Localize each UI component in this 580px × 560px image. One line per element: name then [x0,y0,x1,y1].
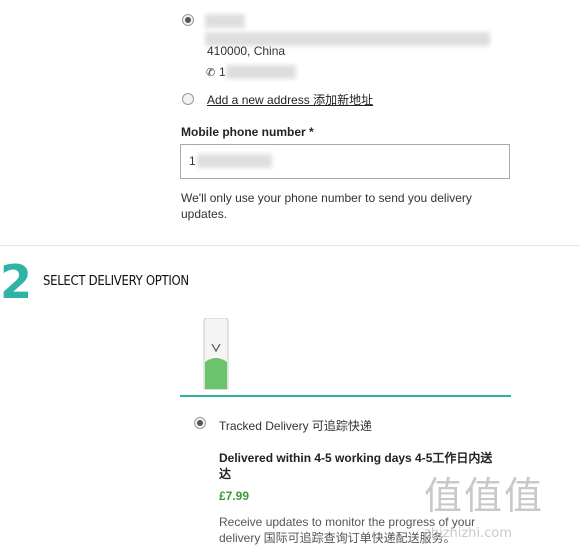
section-divider [0,245,580,246]
phone-icon: ✆ [206,67,216,79]
redacted-address-line [205,14,245,28]
redacted-phone [226,65,296,79]
add-new-address-link[interactable]: Add a new address 添加新地址 [207,91,373,108]
step-number: 2 [0,255,33,309]
watermark-glyphs: 值值值 [424,474,545,518]
delivery-price: £7.99 [219,489,250,503]
step-title: SELECT DELIVERY OPTION [43,274,189,289]
add-address-radio[interactable] [182,93,194,105]
redacted-mobile [197,154,272,168]
mobile-phone-label: Mobile phone number * [181,125,314,139]
mobile-phone-note: We'll only use your phone number to send… [181,191,472,221]
site-watermark: 值值值 zhizhizhi.com [424,474,574,554]
address-city-postcode: 410000, China [207,44,286,58]
address-phone: 1 [219,65,226,79]
tracked-delivery-radio[interactable] [194,417,206,429]
address-radio-selected[interactable] [182,14,194,26]
mobile-phone-input[interactable]: 1 [180,144,510,179]
tracked-delivery-label: Tracked Delivery 可追踪快递 [219,419,372,433]
product-divider [180,395,511,397]
watermark-domain: zhizhizhi.com [424,526,512,541]
product-image [203,317,229,391]
mobile-phone-value: 1 [189,154,196,168]
